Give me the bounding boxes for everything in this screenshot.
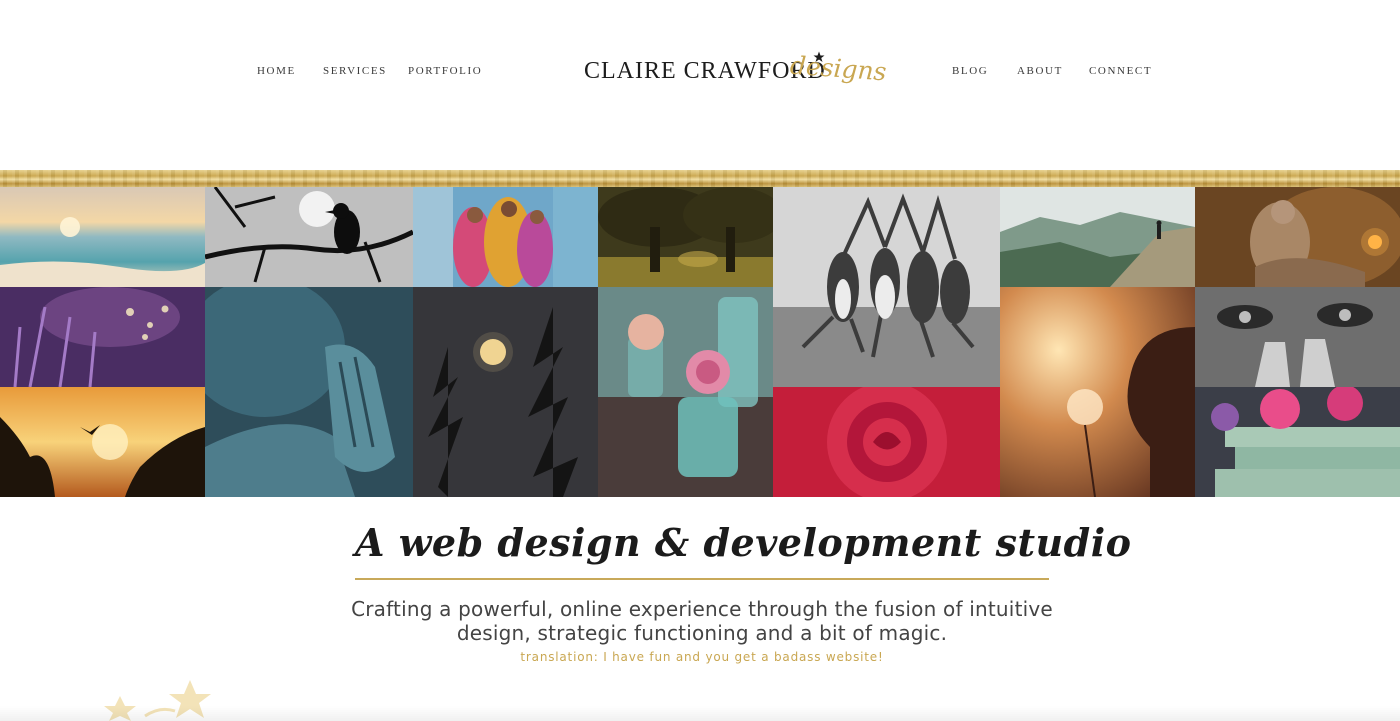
headline-underline xyxy=(355,578,1049,580)
nav-home-link[interactable]: HOME xyxy=(257,65,296,77)
bottom-fade xyxy=(0,706,1400,721)
women-in-saris-photo xyxy=(413,187,598,287)
site-logo[interactable]: CLAIRE CRAWFORD designs xyxy=(584,48,887,112)
oak-trees-photo xyxy=(598,187,773,287)
translation-note: translation: I have fun and you get a ba… xyxy=(520,650,884,664)
statue-lantern-photo xyxy=(1195,187,1400,287)
bird-sunset-photo xyxy=(0,387,205,497)
red-rose-photo xyxy=(773,387,1000,497)
full-moon-trees-photo xyxy=(413,287,598,497)
logo-star-icon xyxy=(813,51,825,62)
gold-divider-band xyxy=(0,170,1400,187)
lavender-field-photo xyxy=(0,287,205,387)
dancing-women-photo xyxy=(773,187,1000,387)
nav-portfolio-link[interactable]: PORTFOLIO xyxy=(408,65,482,77)
nav-services-link[interactable]: SERVICES xyxy=(323,65,387,77)
mountain-hiker-photo xyxy=(1000,187,1195,287)
hero-photo-collage xyxy=(0,187,1400,497)
subheadline: Crafting a powerful, online experience t… xyxy=(351,597,1053,645)
woman-dandelion-photo xyxy=(1000,287,1195,497)
headline: A web design & development studio xyxy=(355,520,1132,565)
roses-in-bottles-photo xyxy=(598,287,773,497)
elderly-face-photo xyxy=(1195,287,1400,387)
nav-about-link[interactable]: ABOUT xyxy=(1017,65,1063,77)
praying-hands-statue-photo xyxy=(205,287,413,497)
nav-connect-link[interactable]: CONNECT xyxy=(1089,65,1152,77)
crow-on-branch-photo xyxy=(205,187,413,287)
nav-blog-link[interactable]: BLOG xyxy=(952,65,988,77)
beach-sunset-photo xyxy=(0,187,205,287)
flowers-on-books-photo xyxy=(1195,387,1400,497)
